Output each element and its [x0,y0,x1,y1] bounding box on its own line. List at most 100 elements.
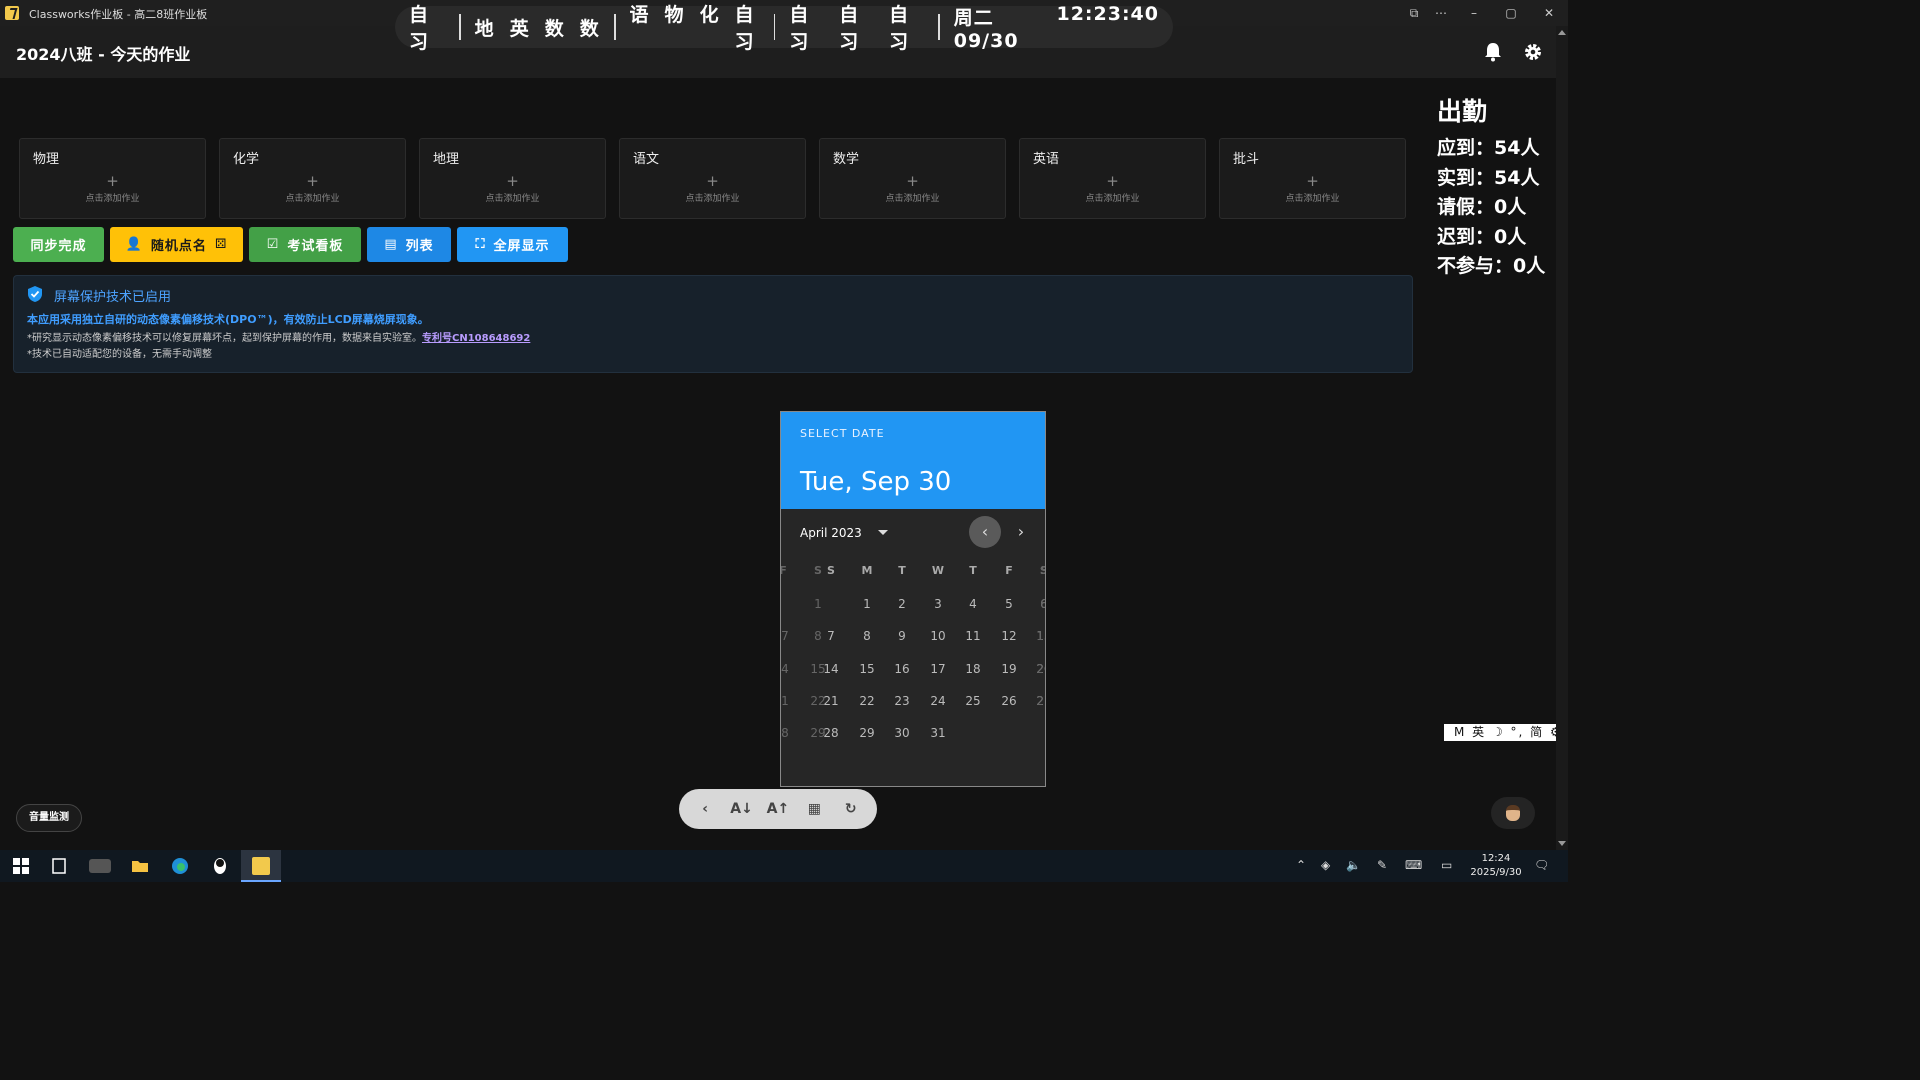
bell-icon[interactable] [1484,42,1502,62]
period: 物 [664,4,685,26]
fullscreen-button[interactable]: ⛶ 全屏显示 [457,227,568,262]
font-decrease-button[interactable]: A↓ [727,801,757,817]
attendance-panel[interactable]: 出勤 应到：54人 实到：54人 请假：0人 迟到：0人 不参与：0人 [1437,92,1545,282]
notice-line-2: *研究显示动态像素偏移技术可以修复屏幕坏点，起到保护屏幕的作用，数据来自实验室。… [27,329,530,344]
random-call-button[interactable]: 👤 随机点名 ⚄ [110,227,243,262]
volume-icon[interactable]: 🔈 [1346,858,1361,872]
subject-card-physics[interactable]: 物理 + 点击添加作业 [19,138,206,219]
calendar-day[interactable]: 5 [1005,597,1013,611]
calendar-day[interactable]: 30 [894,726,909,740]
plus-icon: + [1306,172,1319,190]
subject-name: 数学 [833,152,860,167]
scrollbar[interactable] [1556,26,1568,850]
file-explorer-icon[interactable] [129,856,151,876]
prev-day-button[interactable]: ‹ [690,801,720,817]
fullscreen-icon: ⛶ [475,237,486,252]
calendar-day[interactable]: 15 [859,662,874,676]
subject-name: 化学 [233,152,260,167]
pen-icon[interactable]: ✎ [1377,858,1387,872]
calendar-day[interactable]: 9 [898,629,906,643]
taskbar-clock[interactable]: 12:24 2025/9/30 [1470,852,1522,880]
calendar-day[interactable]: 10 [930,629,945,643]
tray-chevron-icon[interactable]: ⌃ [1296,858,1306,872]
random-call-label: 随机点名 [150,239,207,254]
calendar-day[interactable]: 19 [1001,662,1016,676]
subject-card-math[interactable]: 数学 + 点击添加作业 [819,138,1006,219]
calendar-day[interactable]: 26 [1001,694,1016,708]
scroll-up-arrow-icon[interactable] [1558,30,1566,35]
keyboard-icon[interactable]: ⌨ [1405,858,1422,872]
calendar-button[interactable]: ▦ [799,801,829,817]
scroll-down-arrow-icon[interactable] [1558,841,1566,846]
ghost-calendar-day: 22 [810,694,826,708]
ghost-calendar-day: 6 [1040,597,1045,611]
ghost-calendar-day: 8 [781,726,789,740]
calendar-day[interactable]: 11 [965,629,980,643]
app-icon[interactable] [89,859,111,873]
refresh-button[interactable]: ↻ [836,801,866,817]
subject-card-pidou[interactable]: 批斗 + 点击添加作业 [1219,138,1406,219]
maximize-button[interactable]: ▢ [1498,3,1524,23]
calendar-day[interactable]: 18 [965,662,980,676]
close-button[interactable]: ✕ [1536,3,1562,23]
minimize-button[interactable]: – [1461,3,1487,23]
calendar-day[interactable]: 8 [863,629,871,643]
prev-month-button[interactable]: ‹ [969,516,1001,548]
avatar-button[interactable] [1491,797,1535,829]
subject-name: 语文 [633,152,660,167]
calendar-day[interactable]: 17 [930,662,945,676]
calendar-day[interactable]: 4 [969,597,977,611]
more-icon[interactable]: ⋯ [1428,3,1454,23]
sync-button[interactable]: 同步完成 [13,227,104,262]
qq-icon[interactable] [209,856,231,876]
edge-icon[interactable] [169,856,191,876]
taskbar: ⌃ ◈ 🔈 ✎ ⌨ ▭ 12:24 2025/9/30 🗨 [0,850,1568,882]
volume-monitor-button[interactable]: 音量监测 [16,804,82,832]
patent-link[interactable]: 专利号CN108648692 [422,333,530,344]
calendar-day[interactable]: 3 [934,597,942,611]
classworks-taskbar-item[interactable] [241,850,281,882]
caret-down-icon[interactable] [878,530,888,535]
timetable-bar: 自习 地 英 数 数 语 物 化 自习 自习 自习 自习 周二 09/30 12… [395,3,1173,53]
list-button[interactable]: ▤ 列表 [367,227,451,262]
subject-card-geography[interactable]: 地理 + 点击添加作业 [419,138,606,219]
calendar-day[interactable]: 24 [930,694,945,708]
list-icon: ▤ [384,237,398,252]
subject-card-english[interactable]: 英语 + 点击添加作业 [1019,138,1206,219]
ghost-weekday-label: S [814,564,822,577]
task-view-icon[interactable] [48,856,70,876]
gear-icon[interactable] [1523,42,1543,62]
calendar-day[interactable]: 2 [898,597,906,611]
ghost-calendar-day: 29 [810,726,826,740]
calendar-day[interactable]: 1 [863,597,871,611]
subject-card-chemistry[interactable]: 化学 + 点击添加作业 [219,138,406,219]
notification-icon[interactable]: 🗨 [1534,858,1549,872]
calendar-day[interactable]: 28 [823,726,838,740]
calendar-day[interactable]: 12 [1001,629,1016,643]
plus-icon: + [306,172,319,190]
subject-name: 批斗 [1233,152,1260,167]
subject-card-chinese[interactable]: 语文 + 点击添加作业 [619,138,806,219]
security-icon[interactable]: ◈ [1321,858,1330,872]
month-selector[interactable]: April 2023 [800,526,862,540]
exam-board-button[interactable]: ☑ 考试看板 [249,227,361,262]
add-homework-hint: 点击添加作业 [1085,194,1140,204]
calendar-day[interactable]: 7 [827,629,835,643]
font-increase-button[interactable]: A↑ [763,801,793,817]
calendar-day[interactable]: 25 [965,694,980,708]
calendar-day[interactable]: 31 [930,726,945,740]
calendar-day[interactable]: 22 [859,694,874,708]
display-icon[interactable]: ▭ [1441,858,1452,872]
calendar-day[interactable]: 23 [894,694,909,708]
clock-date: 周二 09/30 [953,6,1019,52]
calendar-day[interactable]: 14 [823,662,838,676]
notice-line-2-text: *研究显示动态像素偏移技术可以修复屏幕坏点，起到保护屏幕的作用，数据来自实验室。 [27,333,422,344]
next-month-button[interactable]: › [1005,516,1037,548]
calendar-day[interactable]: 21 [823,694,838,708]
calendar-day[interactable]: 29 [859,726,874,740]
calendar-day[interactable]: 16 [894,662,909,676]
ime-toolbar[interactable]: M 英 ☽ °, 简 ⚙ : [1444,724,1568,756]
snap-icon[interactable]: ⧉ [1401,3,1427,23]
period: 自习 [839,4,860,53]
windows-start-icon[interactable] [10,856,32,876]
